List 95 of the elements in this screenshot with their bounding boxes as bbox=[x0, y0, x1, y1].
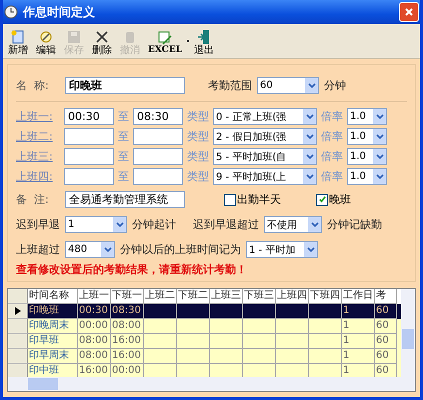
end-time-field[interactable] bbox=[133, 128, 183, 145]
absence-dropdown[interactable]: 不使用 bbox=[264, 216, 322, 233]
end-time-field[interactable] bbox=[133, 148, 183, 165]
rate-label: 倍率 bbox=[321, 169, 343, 184]
to-label: 至 bbox=[118, 149, 129, 164]
rate-dropdown[interactable]: 1.0 bbox=[347, 108, 387, 125]
field-label: 备 注: bbox=[16, 192, 50, 207]
type-dropdown[interactable]: 0 - 正常上班(强 bbox=[213, 108, 317, 125]
chevron-icon bbox=[376, 154, 384, 160]
type-dropdown[interactable]: 9 - 平时加班(上 bbox=[213, 168, 317, 185]
field-label: 迟到早退 bbox=[16, 217, 60, 232]
chevron-icon bbox=[306, 246, 314, 252]
spreadsheet-icon bbox=[157, 30, 174, 46]
shift-label: 上班四: bbox=[16, 169, 54, 184]
toolbar-button[interactable]: 新增 bbox=[7, 29, 29, 56]
field-label: 名 称: bbox=[16, 78, 50, 93]
column-header[interactable]: 下班二 bbox=[177, 289, 210, 304]
field-label: 考勤范围 bbox=[208, 78, 252, 93]
chevron-icon bbox=[376, 134, 384, 140]
start-time-field[interactable] bbox=[64, 168, 114, 185]
window-title: 作息时间定义 bbox=[23, 4, 96, 20]
type-label: 类型 bbox=[187, 149, 209, 164]
overtime-dropdown[interactable]: 480 bbox=[65, 241, 115, 258]
type-label: 类型 bbox=[187, 169, 209, 184]
end-time-field[interactable]: 08:30 bbox=[133, 108, 183, 125]
start-time-field[interactable] bbox=[64, 148, 114, 165]
chevron-icon bbox=[308, 82, 316, 88]
rate-label: 倍率 bbox=[321, 109, 343, 124]
unit-label: 分钟起计 bbox=[132, 217, 176, 232]
toolbar-button[interactable]: EXCEL bbox=[147, 30, 184, 56]
toolbar-button[interactable]: 编辑 bbox=[35, 29, 57, 56]
remark-field[interactable]: 全易通考勤管理系统 bbox=[65, 191, 185, 208]
column-header[interactable]: 上班一 bbox=[78, 289, 111, 304]
shift-label: 上班二: bbox=[16, 129, 54, 144]
column-header[interactable]: 工作日 bbox=[342, 289, 375, 304]
type-dropdown[interactable]: 5 - 平时加班(自 bbox=[213, 148, 317, 165]
checkbox[interactable]: 出勤半天 bbox=[224, 192, 281, 207]
close-icon bbox=[404, 7, 414, 17]
to-label: 至 bbox=[118, 109, 129, 124]
clock-icon bbox=[4, 5, 18, 19]
checkbox[interactable]: 晚班 bbox=[316, 192, 351, 207]
chevron-icon bbox=[376, 114, 384, 120]
chevron-icon bbox=[306, 114, 314, 120]
document-icon bbox=[10, 29, 26, 45]
delete-icon bbox=[94, 29, 110, 45]
row-header[interactable] bbox=[8, 304, 28, 319]
current-row-icon bbox=[14, 307, 20, 315]
range-dropdown[interactable]: 60 bbox=[257, 77, 319, 94]
toolbar-button[interactable]: 退出 bbox=[193, 29, 216, 56]
field-label: 上班超过 bbox=[16, 242, 60, 257]
edit-icon bbox=[38, 29, 54, 45]
toolbar-button[interactable]: 删除 bbox=[91, 29, 113, 56]
field-label: 迟到早退超过 bbox=[193, 217, 259, 232]
overtime-type-dropdown[interactable]: 1 - 平时加 bbox=[246, 241, 318, 258]
to-label: 至 bbox=[118, 129, 129, 144]
to-label: 至 bbox=[118, 169, 129, 184]
end-time-field[interactable] bbox=[133, 168, 183, 185]
unit-label: 分钟以后的上班时间记为 bbox=[120, 242, 241, 257]
chevron-icon bbox=[306, 174, 314, 180]
corner-cell bbox=[8, 289, 28, 304]
vertical-scrollbar[interactable] bbox=[401, 289, 415, 377]
shift-label: 上班三: bbox=[16, 149, 54, 164]
rate-label: 倍率 bbox=[321, 149, 343, 164]
check-icon bbox=[318, 195, 326, 204]
horizontal-scrollbar[interactable] bbox=[8, 377, 415, 391]
start-time-field[interactable] bbox=[64, 128, 114, 145]
shift-label: 上班一: bbox=[16, 109, 54, 124]
unit-label: 分钟记缺勤 bbox=[327, 217, 382, 232]
column-header[interactable]: 时间名称 bbox=[28, 289, 78, 304]
late-dropdown[interactable]: 1 bbox=[65, 216, 127, 233]
notice-text: 查看修改设置后的考勤结果，请重新统计考勤！ bbox=[16, 262, 248, 277]
chevron-icon bbox=[306, 134, 314, 140]
type-label: 类型 bbox=[187, 129, 209, 144]
name-field[interactable]: 印晚班 bbox=[65, 77, 185, 94]
unit-label: 分钟 bbox=[324, 78, 346, 93]
chevron-icon bbox=[104, 246, 112, 252]
rate-dropdown[interactable]: 1.0 bbox=[347, 168, 387, 185]
start-time-field[interactable]: 00:30 bbox=[64, 108, 114, 125]
rate-label: 倍率 bbox=[321, 129, 343, 144]
column-header[interactable]: 考 bbox=[375, 289, 397, 304]
chevron-icon bbox=[376, 174, 384, 180]
chevron-icon bbox=[310, 222, 318, 228]
column-header[interactable]: 上班二 bbox=[144, 289, 177, 304]
column-header[interactable]: 上班三 bbox=[210, 289, 243, 304]
column-header[interactable]: 下班四 bbox=[309, 289, 342, 304]
column-header[interactable]: 下班一 bbox=[111, 289, 144, 304]
rate-dropdown[interactable]: 1.0 bbox=[347, 128, 387, 145]
close-button[interactable] bbox=[399, 2, 419, 22]
column-header[interactable]: 上班四 bbox=[276, 289, 309, 304]
column-header[interactable]: 下班三 bbox=[243, 289, 276, 304]
type-label: 类型 bbox=[187, 109, 209, 124]
rate-dropdown[interactable]: 1.0 bbox=[347, 148, 387, 165]
chevron-icon bbox=[116, 222, 124, 228]
chevron-icon bbox=[306, 154, 314, 160]
type-dropdown[interactable]: 2 - 假日加班(强 bbox=[213, 128, 317, 145]
